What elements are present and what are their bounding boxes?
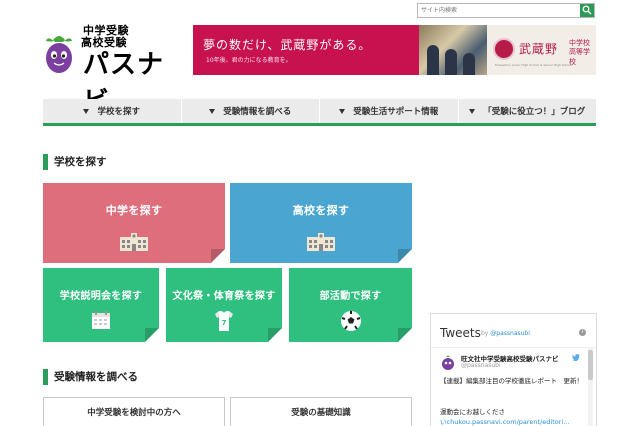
nav-item-label: 受験情報を調べる (223, 107, 292, 117)
calendar-icon (92, 311, 110, 329)
tweets-title: Tweets (440, 326, 481, 340)
tweets-by-handle-link[interactable]: @passnasubi (490, 330, 530, 337)
scrollbar-thumb[interactable] (588, 350, 593, 380)
banner-school-name: 武蔵野 (519, 42, 559, 56)
tile-label: 部活動で探す (319, 291, 382, 302)
search-icon (582, 5, 592, 15)
section-title-find-school: 学校を探す (43, 154, 107, 170)
banner-school-english: Musashino Junior High School & Senior Hi… (495, 63, 572, 67)
tweets-by-prefix: by (481, 330, 489, 337)
school-building-icon (307, 233, 335, 251)
nav-item-blog[interactable]: 「受験に役立つ！」ブログ (459, 99, 597, 123)
banner-slogan: 夢の数だけ、武蔵野がある。 (203, 38, 372, 52)
global-nav: 学校を探す 受験情報を調べる 受験生活サポート情報 「受験に役立つ！」ブログ (43, 99, 596, 126)
tweet-link[interactable]: いchukou.passnavi.com/parent/editori... (440, 416, 569, 426)
site-logo[interactable]: 中学受験 高校受験 パスナビ (43, 20, 173, 117)
nav-item-label: 受験生活サポート情報 (353, 107, 439, 117)
nav-item-exam-info[interactable]: 受験情報を調べる (182, 99, 320, 123)
tile-find-junior-high[interactable]: 中学を探す (43, 183, 225, 263)
tweet-text-continued: 運動会にお越しくださ (440, 408, 505, 416)
school-ad-banner[interactable]: 夢の数だけ、武蔵野がある。 10年後、君の力になる教育を。 武蔵野 中学校 高等… (193, 25, 596, 75)
button-junior-exam-guide[interactable]: 中学受験を検討中の方へ (43, 397, 225, 426)
site-search (417, 3, 595, 18)
banner-school-kind-senior: 高等学校 (569, 48, 590, 66)
school-emblem-icon (493, 38, 515, 60)
svg-text:7: 7 (222, 319, 227, 327)
eggplant-mascot-icon (46, 36, 72, 73)
tile-find-club-activity[interactable]: 部活動で探す (289, 268, 412, 342)
tile-label: 中学を探す (105, 204, 163, 217)
triangle-down-icon (209, 108, 216, 114)
button-label: 受験の基礎知識 (291, 408, 351, 418)
triangle-down-icon (83, 108, 90, 114)
tweet-text: 【連載】編集部注目の学校徹底レポート 更新！ (440, 377, 583, 385)
tile-find-high-school[interactable]: 高校を探す (230, 183, 412, 263)
twitter-timeline-widget: Tweets by @passnasubi i 旺文社中学受験高校受験パスナビ … (430, 313, 597, 426)
banner-subtitle: 10年後、君の力になる教育を。 (206, 57, 292, 64)
triangle-down-icon (469, 108, 476, 114)
banner-school-panel: 武蔵野 中学校 高等学校 Musashino Junior High Schoo… (487, 25, 596, 75)
section-title-exam-info: 受験情報を調べる (43, 369, 138, 385)
sports-shirt-icon: 7 (215, 311, 233, 331)
tile-label: 学校説明会を探す (59, 291, 143, 302)
account-avatar-icon[interactable] (440, 354, 456, 370)
banner-photo (419, 25, 487, 75)
triangle-down-icon (339, 108, 346, 114)
tweets-scrollbar[interactable] (588, 348, 593, 426)
nav-item-label: 学校を探す (97, 107, 140, 117)
soccer-ball-icon (340, 311, 361, 331)
nav-item-find-school[interactable]: 学校を探す (43, 99, 182, 123)
button-exam-basics[interactable]: 受験の基礎知識 (230, 397, 412, 426)
tile-find-festival[interactable]: 文化祭・体育祭を探す 7 (166, 268, 282, 342)
school-building-icon (120, 233, 148, 251)
nav-item-support-info[interactable]: 受験生活サポート情報 (320, 99, 459, 123)
tweet-account-handle[interactable]: @passnasubi (461, 362, 501, 369)
search-button[interactable] (580, 4, 594, 17)
tile-label: 文化祭・体育祭を探す (172, 291, 276, 302)
twitter-bird-icon (572, 354, 580, 361)
tweets-by-line: by @passnasubi (481, 330, 530, 337)
button-label: 中学受験を検討中の方へ (87, 408, 181, 418)
nav-item-label: 「受験に役立つ！」ブログ (483, 107, 586, 117)
tile-label: 高校を探す (292, 204, 350, 217)
info-icon[interactable]: i (579, 329, 586, 336)
tile-find-info-session[interactable]: 学校説明会を探す (43, 268, 159, 342)
search-input[interactable] (421, 4, 576, 17)
